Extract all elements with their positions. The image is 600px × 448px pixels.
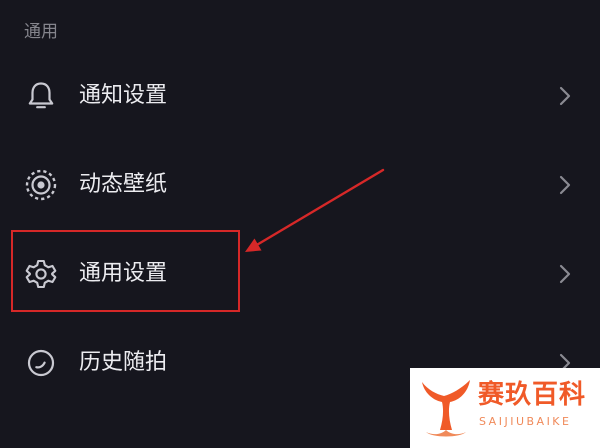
chevron-right-icon bbox=[559, 175, 571, 195]
menu-item-live-wallpaper[interactable]: 动态壁纸 bbox=[0, 141, 600, 229]
whale-tail-logo-icon bbox=[422, 380, 470, 437]
live-wallpaper-icon bbox=[25, 169, 57, 201]
watermark-logo: 赛玖百科 SAIJIUBAIKE bbox=[410, 368, 600, 448]
settings-screen: 通用 通知设置 动态壁纸 通用设置 历史随拍 赛玖百科 SAIJIUBAIKE bbox=[0, 0, 600, 448]
menu-item-label: 通用设置 bbox=[79, 261, 168, 286]
history-icon bbox=[27, 349, 55, 377]
watermark-title: 赛玖百科 bbox=[478, 380, 587, 410]
section-title-general: 通用 bbox=[24, 22, 58, 42]
menu-item-general-settings[interactable]: 通用设置 bbox=[0, 230, 600, 318]
menu-item-label: 动态壁纸 bbox=[79, 172, 168, 197]
watermark-subtitle: SAIJIUBAIKE bbox=[479, 415, 572, 428]
chevron-right-icon bbox=[559, 86, 571, 106]
menu-item-notification-settings[interactable]: 通知设置 bbox=[0, 52, 600, 140]
bell-icon bbox=[28, 82, 54, 109]
gear-icon bbox=[25, 259, 57, 289]
menu-item-label: 历史随拍 bbox=[79, 350, 168, 375]
menu-item-label: 通知设置 bbox=[79, 83, 168, 108]
chevron-right-icon bbox=[559, 264, 571, 284]
